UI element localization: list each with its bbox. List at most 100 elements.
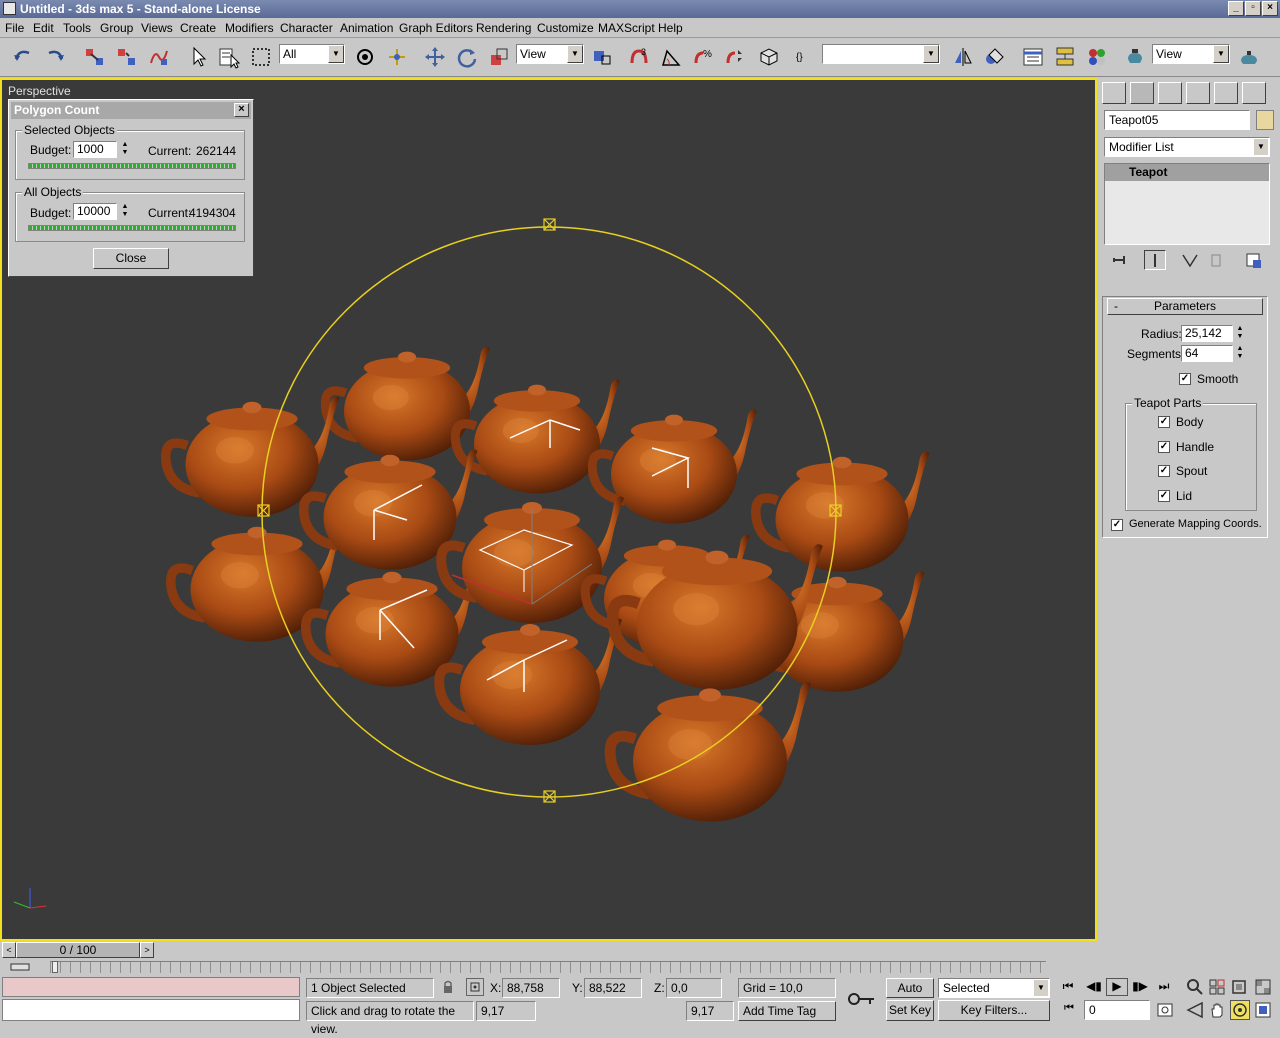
smooth-checkbox[interactable]: ✓ xyxy=(1179,373,1191,385)
absolute-mode-icon[interactable] xyxy=(466,978,484,996)
select-and-link-icon[interactable] xyxy=(82,44,108,70)
maximize-viewport-icon[interactable] xyxy=(1254,1001,1272,1019)
menu-group[interactable]: Group xyxy=(100,21,133,35)
add-time-tag-button[interactable]: Add Time Tag xyxy=(738,1001,836,1021)
key-filters-button[interactable]: Key Filters... xyxy=(938,1000,1050,1021)
select-object-icon[interactable] xyxy=(186,44,212,70)
hierarchy-tab-icon[interactable] xyxy=(1158,82,1182,104)
spinner-snap-icon[interactable] xyxy=(722,44,748,70)
select-by-name-icon[interactable] xyxy=(216,44,242,70)
spinner-down-icon[interactable]: ▼ xyxy=(120,211,130,219)
close-window-button[interactable]: × xyxy=(1262,1,1278,16)
spinner-up-icon[interactable]: ▲ xyxy=(1235,345,1245,353)
segments-input[interactable]: 64 xyxy=(1181,345,1233,362)
crossing-selection-icon[interactable] xyxy=(384,44,410,70)
body-checkbox[interactable]: ✓ xyxy=(1158,416,1170,428)
material-editor-icon[interactable] xyxy=(1084,44,1110,70)
minimize-button[interactable]: _ xyxy=(1228,1,1244,16)
field-of-view-icon[interactable] xyxy=(1186,1001,1204,1019)
menu-create[interactable]: Create xyxy=(180,21,216,35)
rotate-icon[interactable] xyxy=(454,44,480,70)
radius-spinner[interactable]: ▲ ▼ xyxy=(1235,325,1245,342)
spout-checkbox[interactable]: ✓ xyxy=(1158,465,1170,477)
menu-views[interactable]: Views xyxy=(141,21,173,35)
redo-icon[interactable] xyxy=(42,44,68,70)
key-icon[interactable] xyxy=(846,989,876,1009)
handle-checkbox[interactable]: ✓ xyxy=(1158,441,1170,453)
close-button[interactable]: Close xyxy=(93,248,169,269)
align-icon[interactable] xyxy=(982,44,1008,70)
menu-graph-editors[interactable]: Graph Editors xyxy=(399,21,473,35)
set-key-button[interactable]: Set Key xyxy=(886,1000,934,1021)
menu-tools[interactable]: Tools xyxy=(63,21,91,35)
menu-character[interactable]: Character xyxy=(280,21,333,35)
spinner-down-icon[interactable]: ▼ xyxy=(120,149,130,157)
teapot-object[interactable] xyxy=(610,682,811,821)
track-view-icon[interactable] xyxy=(1020,44,1046,70)
parameters-rollout-header[interactable]: - Parameters xyxy=(1107,298,1263,315)
motion-tab-icon[interactable] xyxy=(1186,82,1210,104)
angle-snap-icon[interactable] xyxy=(658,44,684,70)
render-type-dropdown[interactable]: View ▼ xyxy=(1152,44,1230,64)
bind-to-space-warp-icon[interactable] xyxy=(146,44,172,70)
selection-filter-dropdown[interactable]: All ▼ xyxy=(279,44,345,64)
maxscript-listener-white[interactable] xyxy=(2,999,300,1021)
close-icon[interactable]: × xyxy=(234,103,249,117)
snap-toggle-icon[interactable]: 3 xyxy=(626,44,652,70)
open-mini-curve-editor-icon[interactable] xyxy=(10,961,32,973)
move-icon[interactable] xyxy=(422,44,448,70)
time-slider[interactable]: 0 / 100 xyxy=(16,942,140,958)
display-tab-icon[interactable] xyxy=(1214,82,1238,104)
modifier-list-dropdown[interactable]: Modifier List ▼ xyxy=(1104,137,1270,157)
restore-button[interactable]: ▫ xyxy=(1245,1,1261,16)
object-color-swatch[interactable] xyxy=(1256,110,1274,130)
utilities-tab-icon[interactable] xyxy=(1242,82,1266,104)
current-frame-field[interactable]: 0 xyxy=(1084,1000,1150,1020)
stack-item-teapot[interactable]: Teapot xyxy=(1105,164,1269,181)
track-bar[interactable] xyxy=(0,959,1280,975)
radius-input[interactable]: 25,142 xyxy=(1181,325,1233,342)
generate-mapping-checkbox[interactable]: ✓ xyxy=(1111,519,1123,531)
time-configuration-icon[interactable] xyxy=(1156,1002,1176,1018)
go-to-end-icon[interactable]: ⏭ xyxy=(1154,979,1174,995)
spinner-up-icon[interactable]: ▲ xyxy=(1235,325,1245,333)
menu-help[interactable]: Help xyxy=(658,21,683,35)
pivot-point-icon[interactable] xyxy=(590,44,616,70)
selected-budget-spinner[interactable]: ▲ ▼ xyxy=(120,141,130,158)
show-end-result-icon[interactable] xyxy=(1144,250,1166,270)
dialog-title-bar[interactable]: Polygon Count × xyxy=(11,102,251,119)
scale-icon[interactable] xyxy=(486,44,512,70)
menu-rendering[interactable]: Rendering xyxy=(476,21,531,35)
menu-animation[interactable]: Animation xyxy=(340,21,393,35)
make-unique-icon[interactable] xyxy=(1180,251,1200,269)
all-budget-spinner[interactable]: ▲ ▼ xyxy=(120,203,130,220)
named-selection-dropdown[interactable]: ▼ xyxy=(822,44,940,64)
spinner-up-icon[interactable]: ▲ xyxy=(120,203,130,211)
menu-edit[interactable]: Edit xyxy=(33,21,54,35)
modify-tab-icon[interactable] xyxy=(1130,82,1154,104)
mirror-icon[interactable] xyxy=(950,44,976,70)
object-name-input[interactable]: Teapot05 xyxy=(1104,110,1250,130)
maxscript-listener-pink[interactable] xyxy=(2,977,300,997)
x-coord-field[interactable]: 88,758 xyxy=(502,978,560,998)
segments-spinner[interactable]: ▲ ▼ xyxy=(1235,345,1245,362)
menu-file[interactable]: File xyxy=(5,21,24,35)
unlink-selection-icon[interactable] xyxy=(114,44,140,70)
undo-icon[interactable] xyxy=(10,44,36,70)
pin-stack-icon[interactable] xyxy=(1110,251,1130,269)
auto-key-button[interactable]: Auto Key xyxy=(886,978,934,1013)
remove-modifier-icon[interactable] xyxy=(1206,251,1226,269)
create-tab-icon[interactable] xyxy=(1102,82,1126,104)
go-to-start-icon[interactable]: ⏮ xyxy=(1058,979,1078,995)
zoom-all-icon[interactable] xyxy=(1208,978,1226,996)
spinner-down-icon[interactable]: ▼ xyxy=(1235,353,1245,361)
z-coord-field[interactable]: 0,0 xyxy=(666,978,722,998)
zoom-extents-icon[interactable] xyxy=(1230,978,1248,996)
previous-frame-icon[interactable]: ◀▮ xyxy=(1084,979,1104,995)
quick-render-icon[interactable] xyxy=(1236,44,1262,70)
render-scene-icon[interactable] xyxy=(1122,44,1148,70)
key-mode-toggle-icon[interactable]: ⏮ xyxy=(1060,1002,1078,1018)
teapot-object[interactable] xyxy=(756,451,930,571)
teapot-object[interactable] xyxy=(325,347,490,461)
next-frame-icon[interactable]: ▮▶ xyxy=(1130,979,1150,995)
